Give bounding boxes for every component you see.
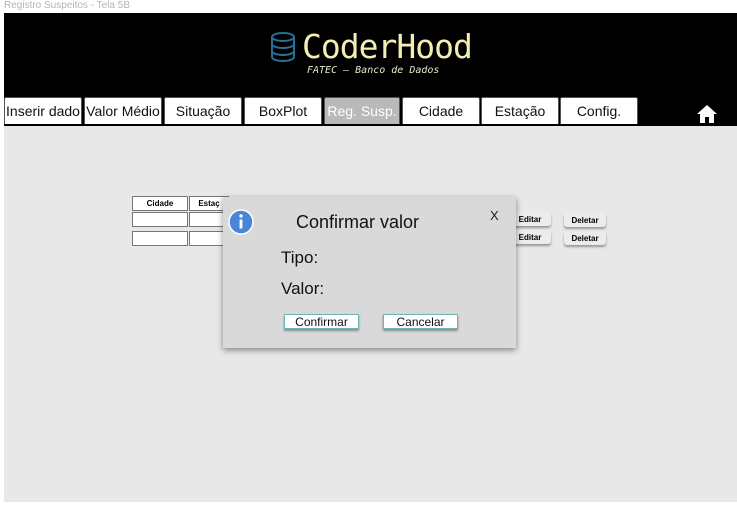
frame-title: Registro Suspeitos - Tela 5B [4,0,130,11]
cancel-button[interactable]: Cancelar [383,314,458,329]
table-cell-input[interactable] [132,231,188,246]
home-icon[interactable] [696,104,718,124]
app-subtitle: FATEC – Banco de Dados [307,65,440,76]
confirm-button[interactable]: Confirmar [284,314,359,329]
tab-cidade[interactable]: Cidade [402,97,480,124]
delete-button[interactable]: Deletar [564,231,606,245]
confirm-dialog: Confirmar valor X Tipo: Valor: Confirmar… [223,197,516,348]
tab-situacao[interactable]: Situação [164,97,242,124]
valor-label: Valor: [281,279,325,298]
tab-boxplot[interactable]: BoxPlot [244,97,322,124]
close-button[interactable]: X [490,208,499,223]
tab-inserir-dado[interactable]: Inserir dado [4,97,82,124]
tipo-label: Tipo: [281,248,319,267]
info-icon [228,209,254,235]
column-header-cidade: Cidade [132,196,188,211]
delete-button[interactable]: Deletar [564,213,606,227]
tab-valor-medio[interactable]: Valor Médio [84,97,162,124]
logo: CoderHood [270,27,473,66]
app-title: CoderHood [302,27,473,66]
tab-estacao[interactable]: Estação [481,97,559,124]
dialog-title: Confirmar valor [296,212,420,232]
app-screen: CoderHood FATEC – Banco de Dados Inserir… [4,13,737,502]
tab-config[interactable]: Config. [560,97,638,124]
database-icon [271,32,295,62]
table-cell-input[interactable] [132,212,188,227]
tab-reg-susp[interactable]: Reg. Susp. [324,97,400,124]
